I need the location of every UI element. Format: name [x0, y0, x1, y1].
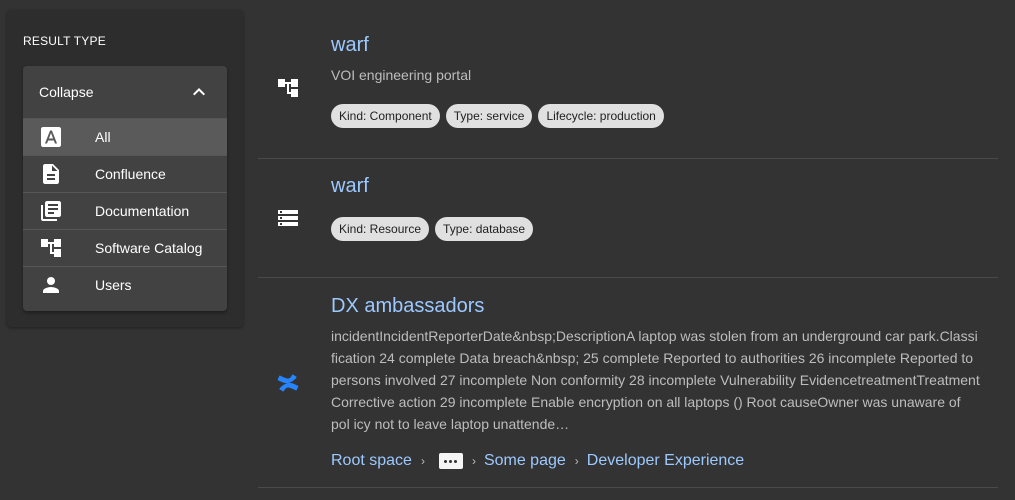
filter-item-software-catalog[interactable]: Software Catalog	[23, 229, 227, 266]
filter-item-documentation[interactable]: Documentation	[23, 192, 227, 229]
result-title-link[interactable]: warf	[331, 175, 369, 198]
library-books-icon	[39, 199, 63, 223]
result-subtitle: VOI engineering portal	[331, 67, 472, 83]
result-title-link[interactable]: DX ambassadors	[331, 295, 484, 318]
account-tree-icon	[276, 76, 300, 100]
filter-item-confluence[interactable]: Confluence	[23, 155, 227, 192]
filter-title: RESULT TYPE	[23, 34, 106, 48]
breadcrumb-expand-button[interactable]	[438, 453, 463, 469]
confluence-icon	[276, 371, 300, 395]
document-icon	[39, 162, 63, 186]
filter-item-label: All	[95, 129, 111, 145]
search-result: warf VOI engineering portal Kind: Compon…	[258, 0, 998, 159]
result-tags: Kind: Resource Type: database	[331, 217, 982, 241]
filter-item-users[interactable]: Users	[23, 266, 227, 303]
type-chip: Type: database	[435, 217, 534, 241]
result-tags: Kind: Component Type: service Lifecycle:…	[331, 104, 982, 128]
breadcrumb-separator-icon: ›	[420, 454, 425, 468]
kind-chip: Kind: Component	[331, 104, 440, 128]
breadcrumb-developer-experience[interactable]: Developer Experience	[587, 452, 744, 470]
result-type-filter-panel: RESULT TYPE Collapse All Confluence Docu…	[7, 10, 243, 327]
result-body: warf VOI engineering portal Kind: Compon…	[331, 34, 982, 128]
search-result: warf Kind: Resource Type: database	[258, 159, 998, 278]
result-title-link[interactable]: warf	[331, 34, 369, 57]
result-type-list: All Confluence Documentation Software Ca…	[23, 118, 227, 303]
result-excerpt: incidentIncidentReporterDate&nbsp;Descri…	[331, 328, 980, 432]
filter-item-label: Confluence	[95, 166, 166, 182]
filter-item-label: Users	[95, 277, 132, 293]
breadcrumb-some-page[interactable]: Some page	[484, 452, 566, 470]
kind-chip: Kind: Resource	[331, 217, 430, 241]
filter-item-label: Software Catalog	[95, 240, 203, 256]
result-type-card: Collapse All Confluence Documentation So…	[23, 66, 227, 311]
type-chip: Type: service	[445, 104, 533, 128]
filter-item-all[interactable]: All	[23, 118, 227, 155]
font-letter-a-icon	[39, 125, 63, 149]
collapse-toggle[interactable]: Collapse	[23, 66, 227, 118]
account-tree-icon	[39, 236, 63, 260]
collapse-label: Collapse	[39, 84, 94, 100]
breadcrumb-root-space[interactable]: Root space	[331, 452, 412, 470]
search-result: DX ambassadors incidentIncidentReporterD…	[258, 278, 998, 488]
breadcrumb: Root space › › Some page › Developer Exp…	[331, 452, 982, 470]
lifecycle-chip: Lifecycle: production	[538, 104, 664, 128]
result-body: warf Kind: Resource Type: database	[331, 175, 982, 241]
breadcrumb-separator-icon: ›	[574, 454, 579, 468]
filter-item-label: Documentation	[95, 203, 190, 219]
person-icon	[39, 273, 63, 297]
breadcrumb-separator-icon: ›	[471, 454, 476, 468]
chevron-up-icon	[187, 80, 211, 104]
storage-icon	[276, 206, 300, 230]
result-body: DX ambassadors incidentIncidentReporterD…	[331, 295, 982, 470]
search-results-list: warf VOI engineering portal Kind: Compon…	[258, 0, 998, 488]
